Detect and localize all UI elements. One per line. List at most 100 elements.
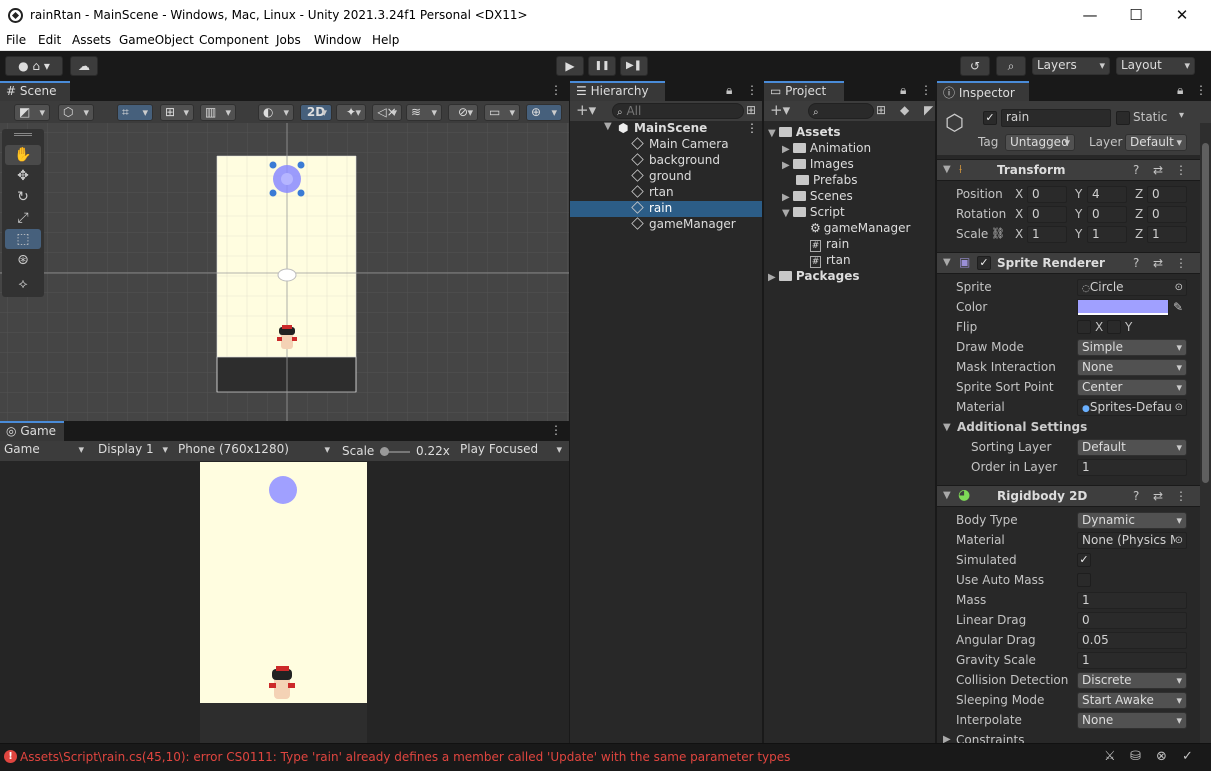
palette-grip-icon[interactable] xyxy=(14,133,32,136)
inspector-kebab-icon[interactable]: ⋮ xyxy=(1195,83,1207,97)
help-icon[interactable]: ? xyxy=(1133,489,1139,503)
project-packages-row[interactable]: ▶ Packages xyxy=(768,269,860,285)
hierarchy-item[interactable]: background xyxy=(570,153,762,169)
expand-arrow-icon[interactable]: ▼ xyxy=(604,121,612,132)
hierarchy-item-selected[interactable]: rain xyxy=(570,201,762,217)
search-type-icon[interactable]: ⊞ xyxy=(876,103,886,117)
scale-y-field[interactable]: 1 xyxy=(1087,226,1127,243)
constraints-foldout[interactable]: ▶ Constraints xyxy=(937,732,1211,743)
grid-snap-dropdown[interactable]: ⊞ xyxy=(160,104,194,121)
simulated-checkbox[interactable]: ✓ xyxy=(1077,553,1091,567)
help-icon[interactable]: ? xyxy=(1133,256,1139,270)
menu-assets[interactable]: Assets xyxy=(72,33,111,47)
project-folder-row[interactable]: Prefabs xyxy=(796,173,858,189)
material-field[interactable]: ●Sprites-Defau ⊙ xyxy=(1077,399,1187,416)
object-picker-icon[interactable]: ⊙ xyxy=(1174,400,1183,415)
tab-game[interactable]: ◎ Game xyxy=(0,421,64,441)
project-lock-icon[interactable]: 🔒︎ xyxy=(900,83,906,98)
hierarchy-item[interactable]: Main Camera xyxy=(570,137,762,153)
menu-edit[interactable]: Edit xyxy=(38,33,61,47)
flip-x-checkbox[interactable] xyxy=(1077,320,1091,334)
hierarchy-item[interactable]: ground xyxy=(570,169,762,185)
tab-scene[interactable]: # Scene xyxy=(0,81,70,101)
tag-dropdown[interactable]: Untagged xyxy=(1005,134,1075,151)
display-dropdown[interactable]: Display 1 xyxy=(94,442,172,459)
component-menu-icon[interactable]: ⋮ xyxy=(1175,163,1187,177)
static-checkbox[interactable] xyxy=(1116,111,1130,125)
rb-material-field[interactable]: None (Physics M ⊙ xyxy=(1077,532,1187,549)
constrain-proportions-icon[interactable]: ⛓ xyxy=(991,227,1005,240)
presets-icon[interactable]: ⇄ xyxy=(1153,489,1163,503)
presets-icon[interactable]: ⇄ xyxy=(1153,256,1163,270)
game-viewport[interactable] xyxy=(0,461,569,743)
layer-dropdown[interactable]: Default xyxy=(1125,134,1187,151)
debug-mode-icon[interactable]: ⚔ xyxy=(1104,749,1116,764)
order-in-layer-field[interactable]: 1 xyxy=(1077,459,1187,476)
project-folder-row[interactable]: ▶ Animation xyxy=(782,141,871,157)
custom-tool[interactable]: ⟡ xyxy=(5,274,41,294)
rect-tool[interactable]: ⬚ xyxy=(5,229,41,249)
close-button[interactable]: ✕ xyxy=(1167,4,1197,26)
position-z-field[interactable]: 0 xyxy=(1147,186,1187,203)
sleeping-mode-select[interactable]: Start Awake xyxy=(1077,692,1187,709)
interpolate-select[interactable]: None xyxy=(1077,712,1187,729)
hierarchy-add-button[interactable]: +▾ xyxy=(576,101,596,119)
layers-dropdown[interactable]: Layers xyxy=(1032,57,1110,75)
hierarchy-root-row[interactable]: ▼ ⬢ MainScene ⋮ xyxy=(570,121,762,137)
tab-project[interactable]: ▭ Project xyxy=(764,81,844,101)
component-menu-icon[interactable]: ⋮ xyxy=(1175,256,1187,270)
game-view-dropdown[interactable]: Game xyxy=(0,442,88,459)
menu-file[interactable]: File xyxy=(6,33,26,47)
move-tool[interactable]: ✥ xyxy=(5,166,41,186)
scale-x-field[interactable]: 1 xyxy=(1027,226,1067,243)
rotation-x-field[interactable]: 0 xyxy=(1027,206,1067,223)
account-dropdown[interactable]: ● ⌂ ▾ xyxy=(5,56,63,76)
increment-snap-dropdown[interactable]: ▥ xyxy=(200,104,236,121)
game-kebab-menu-icon[interactable]: ⋮ xyxy=(550,423,562,437)
shading-dropdown[interactable]: ◐ xyxy=(258,104,294,121)
rotation-y-field[interactable]: 0 xyxy=(1087,206,1127,223)
favorite-icon[interactable]: ◤ xyxy=(924,103,933,117)
sprite-renderer-enabled-checkbox[interactable]: ✓ xyxy=(977,256,991,270)
play-mode-dropdown[interactable]: Play Focused xyxy=(456,442,566,459)
object-picker-icon[interactable]: ⊙ xyxy=(1174,533,1183,548)
object-picker-icon[interactable]: ⊙ xyxy=(1175,280,1183,295)
history-button[interactable]: ↺ xyxy=(960,56,990,76)
project-script-row[interactable]: ⚙ gameManager xyxy=(810,221,910,237)
hierarchy-item[interactable]: gameManager xyxy=(570,217,762,233)
inspector-scrollbar-thumb[interactable] xyxy=(1202,143,1209,483)
search-by-type-icon[interactable]: ⊞ xyxy=(746,103,756,117)
angular-drag-field[interactable]: 0.05 xyxy=(1077,632,1187,649)
scale-z-field[interactable]: 1 xyxy=(1147,226,1187,243)
auto-generate-lighting-icon[interactable]: ⊗ xyxy=(1156,749,1167,764)
snap-dropdown[interactable]: ⌗ xyxy=(117,104,153,121)
layout-dropdown[interactable]: Layout xyxy=(1116,57,1195,75)
hierarchy-search-input[interactable]: ⌕ All xyxy=(612,103,744,119)
inspector-lock-icon[interactable]: 🔒︎ xyxy=(1177,83,1183,98)
inspector-scrollbar[interactable] xyxy=(1200,123,1211,743)
search-button[interactable]: ⌕ xyxy=(996,56,1026,76)
help-icon[interactable]: ? xyxy=(1133,163,1139,177)
render-mode-dropdown[interactable]: ⬡ xyxy=(58,104,94,121)
body-type-select[interactable]: Dynamic xyxy=(1077,512,1187,529)
rigidbody-header[interactable]: ▼ ◕ Rigidbody 2D ? ⇄ ⋮ xyxy=(937,485,1211,507)
toggle-2d-button[interactable]: 2D xyxy=(300,104,332,121)
kebab-menu-icon[interactable]: ⋮ xyxy=(550,83,562,97)
effects-dropdown[interactable]: ≋ xyxy=(406,104,442,121)
draw-mode-select[interactable]: Simple xyxy=(1077,339,1187,356)
active-checkbox[interactable]: ✓ xyxy=(983,111,997,125)
position-y-field[interactable]: 4 xyxy=(1087,186,1127,203)
hand-tool[interactable]: ✋ xyxy=(5,145,41,165)
project-script-row[interactable]: # rain xyxy=(810,237,849,253)
menu-gameobject[interactable]: GameObject xyxy=(119,33,194,47)
rotation-z-field[interactable]: 0 xyxy=(1147,206,1187,223)
search-label-icon[interactable]: ◆ xyxy=(900,103,909,117)
hierarchy-lock-icon[interactable]: 🔒︎ xyxy=(726,83,732,98)
project-assets-row[interactable]: ▼ Assets xyxy=(768,125,840,141)
draw-mode-dropdown[interactable]: ◩ xyxy=(14,104,50,121)
use-auto-mass-checkbox[interactable] xyxy=(1077,573,1091,587)
hierarchy-item[interactable]: rtan xyxy=(570,185,762,201)
gizmos-dropdown[interactable]: ⊕ xyxy=(526,104,562,121)
menu-window[interactable]: Window xyxy=(314,33,361,47)
collision-detection-select[interactable]: Discrete xyxy=(1077,672,1187,689)
